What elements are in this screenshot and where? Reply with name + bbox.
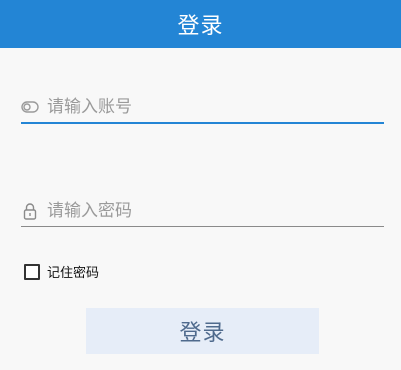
page-header: 登录	[0, 0, 401, 48]
account-toggle-icon	[21, 98, 39, 116]
account-field[interactable]	[21, 92, 384, 124]
login-button[interactable]: 登录	[86, 308, 319, 354]
remember-password-label: 记住密码	[47, 266, 100, 281]
page-title: 登录	[177, 14, 224, 39]
remember-password-checkbox[interactable]	[24, 263, 40, 280]
remember-password-option[interactable]: 记住密码	[24, 262, 99, 281]
account-input[interactable]	[47, 97, 384, 117]
lock-icon	[21, 202, 39, 220]
password-field[interactable]	[21, 196, 384, 227]
password-input[interactable]	[47, 201, 384, 221]
